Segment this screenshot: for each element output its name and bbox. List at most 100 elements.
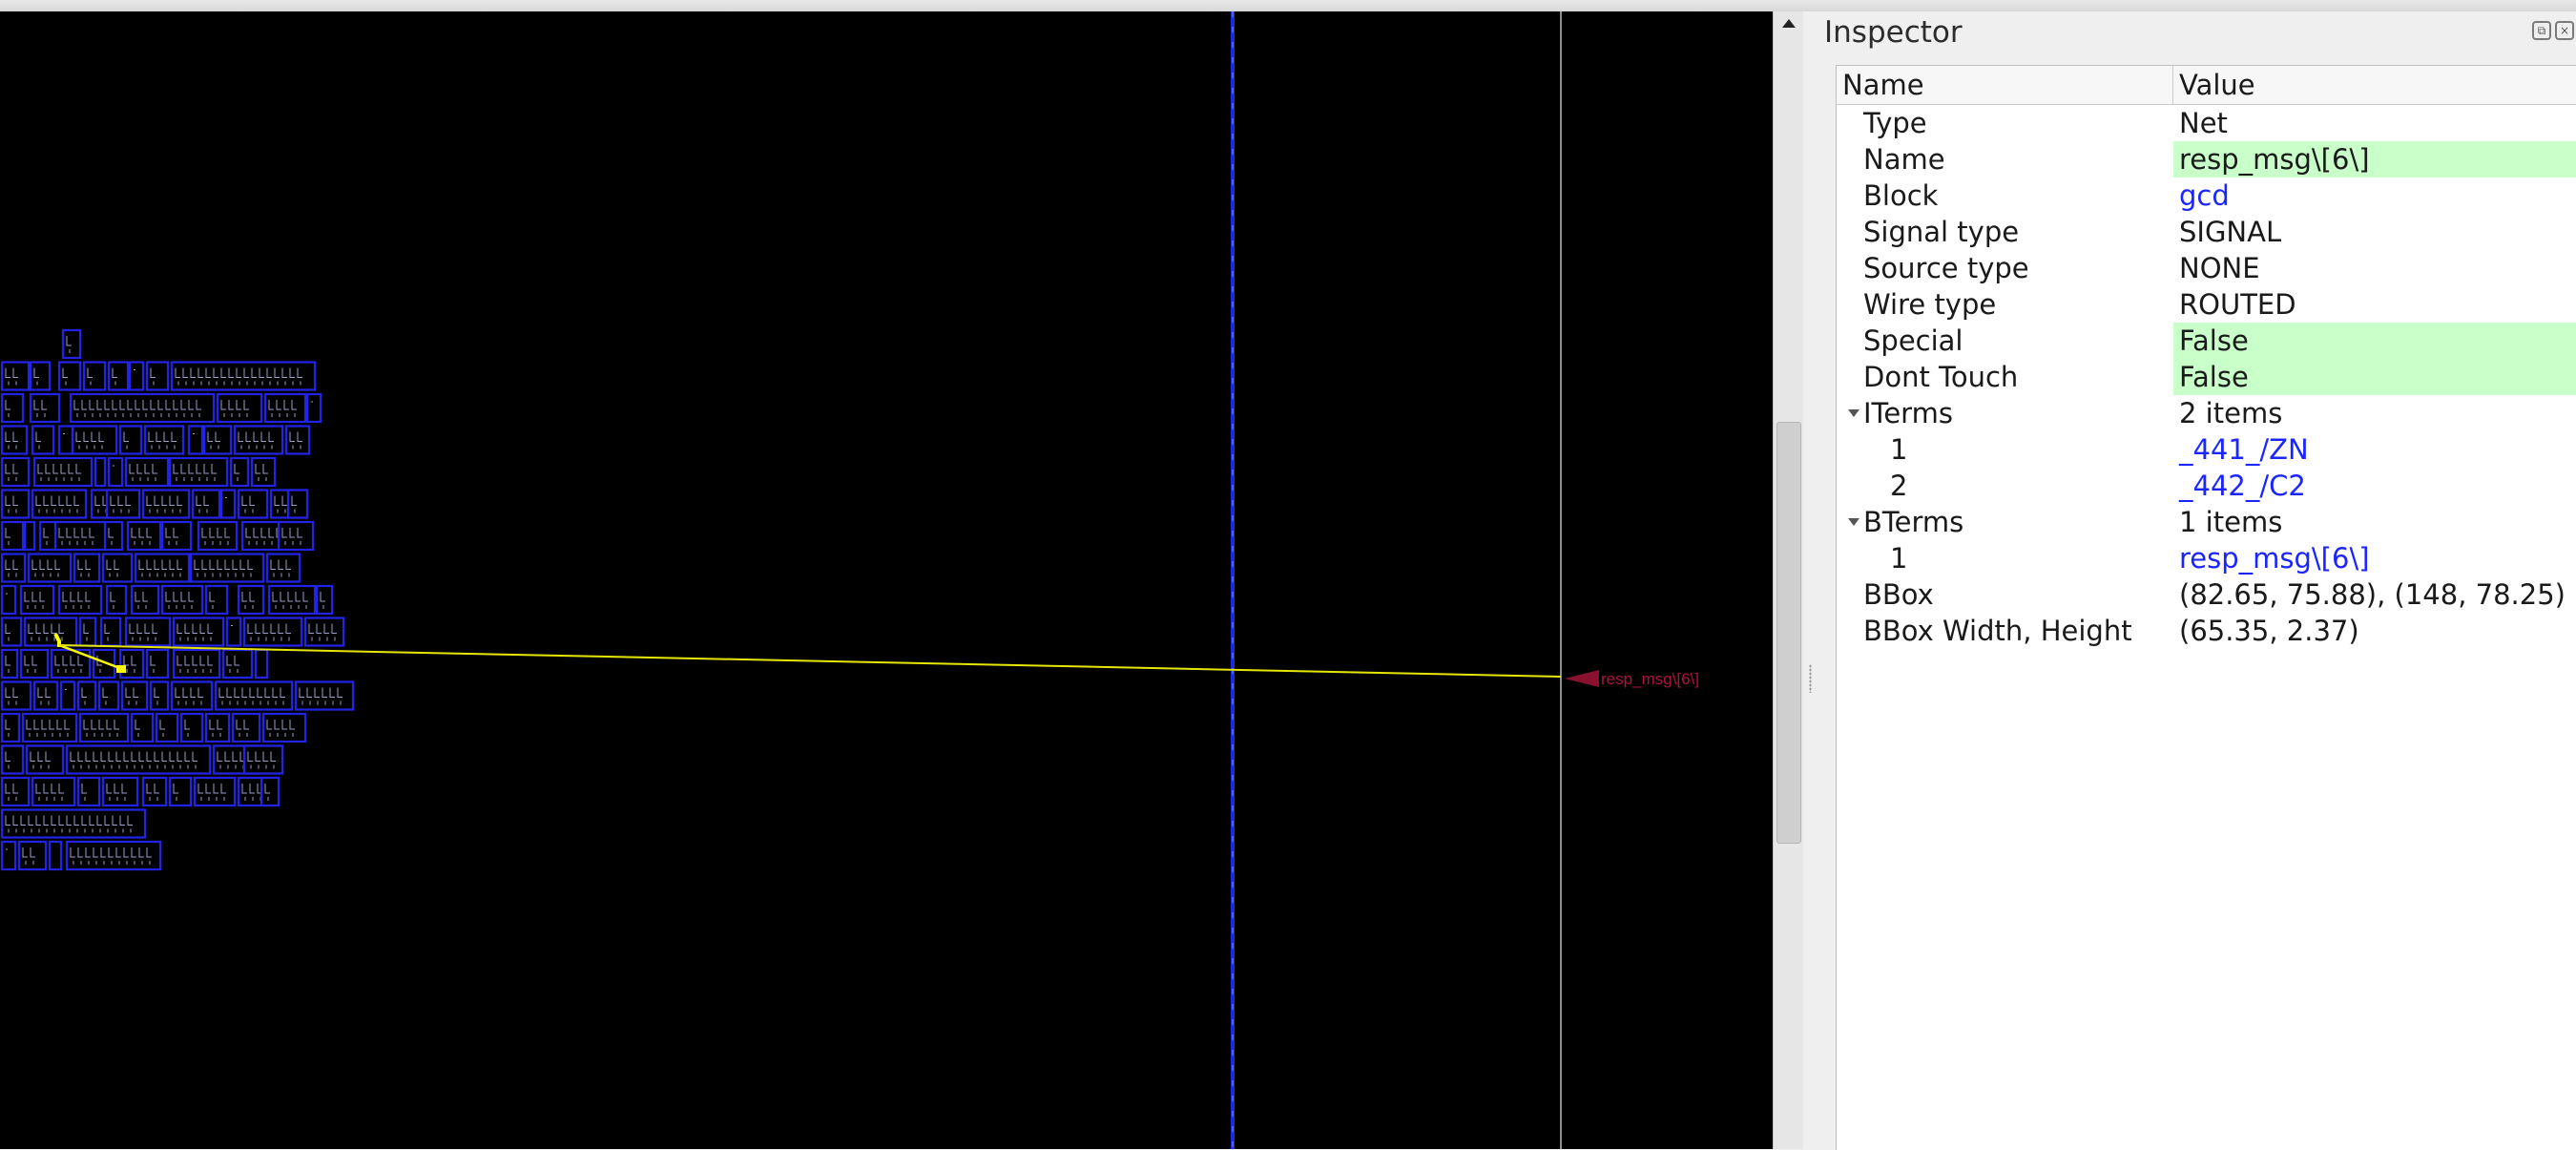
- property-name: 2: [1890, 470, 1908, 502]
- property-row[interactable]: Name resp_msg\[6\]: [1837, 141, 2576, 178]
- property-name-cell: Block: [1837, 178, 2173, 214]
- pin-marker[interactable]: [1565, 670, 1599, 687]
- scrollbar-thumb[interactable]: [1776, 422, 1801, 844]
- standard-cell: [124, 456, 170, 488]
- standard-cell: [23, 617, 78, 647]
- expand-arrow-icon[interactable]: [1848, 409, 1859, 417]
- property-value: (82.65, 75.88), (148, 78.25): [2179, 578, 2566, 611]
- standard-cell: [19, 584, 55, 616]
- property-name: BBox: [1863, 578, 1934, 611]
- property-row[interactable]: ITerms 2 items: [1837, 395, 2576, 431]
- standard-cell: [172, 648, 221, 680]
- standard-cell: [76, 680, 97, 711]
- property-name: Wire type: [1863, 288, 1997, 321]
- property-name: Name: [1863, 143, 1945, 176]
- property-name: ITerms: [1863, 397, 1953, 429]
- standard-cell: [229, 456, 250, 488]
- property-name-cell: 2: [1837, 468, 2173, 504]
- property-row[interactable]: BBox Width, Height (65.35, 2.37): [1837, 613, 2576, 649]
- standard-cell: [61, 328, 82, 360]
- standard-cell: [31, 776, 76, 807]
- standard-cell: [260, 776, 280, 807]
- standard-cell: [0, 808, 147, 839]
- property-name-cell: Source type: [1837, 250, 2173, 286]
- standard-cell: [219, 489, 237, 519]
- property-value: Net: [2179, 107, 2228, 139]
- standard-cell: [78, 712, 130, 743]
- property-value: SIGNAL: [2179, 216, 2282, 248]
- property-value-link[interactable]: resp_msg\[6\]: [2173, 540, 2576, 576]
- column-header-value[interactable]: Value: [2173, 66, 2576, 104]
- property-name-cell: BBox: [1837, 576, 2173, 613]
- standard-cell: [99, 617, 122, 647]
- property-value: ROUTED: [2179, 288, 2296, 321]
- standard-cell: [25, 744, 65, 775]
- property-row[interactable]: Source type NONE: [1837, 250, 2576, 286]
- property-name: Type: [1863, 107, 1927, 139]
- property-row[interactable]: Special False: [1837, 323, 2576, 359]
- standard-cell: [263, 392, 307, 424]
- property-row[interactable]: 2 _442_/C2: [1837, 468, 2576, 504]
- property-value: 2 items: [2179, 397, 2283, 429]
- standard-cell: [277, 520, 315, 552]
- property-name-cell: Signal type: [1837, 214, 2173, 250]
- float-dock-icon[interactable]: ⧉: [2532, 21, 2551, 40]
- standard-cell: [170, 680, 214, 711]
- property-row[interactable]: BBox (82.65, 75.88), (148, 78.25): [1837, 576, 2576, 613]
- net-route-segment-2: [58, 644, 1562, 678]
- standard-cell: [124, 617, 172, 647]
- inspector-tree[interactable]: Name Value Type Net Name resp_msg\[6\] Block…: [1836, 65, 2576, 1150]
- property-row[interactable]: 1 _441_/ZN: [1837, 431, 2576, 468]
- property-name-cell: BTerms: [1837, 504, 2173, 540]
- tree-header: Name Value: [1837, 66, 2576, 105]
- close-dock-icon[interactable]: ×: [2555, 21, 2574, 40]
- property-value-link[interactable]: _441_/ZN: [2173, 431, 2576, 468]
- inspector-title: Inspector: [1824, 15, 1963, 50]
- property-value: NONE: [2179, 252, 2260, 284]
- property-row[interactable]: BTerms 1 items: [1837, 504, 2576, 540]
- standard-cell: [76, 776, 101, 807]
- standard-cell: [315, 584, 334, 616]
- property-row[interactable]: Wire type ROUTED: [1837, 286, 2576, 323]
- property-row[interactable]: Signal type SIGNAL: [1837, 214, 2576, 250]
- standard-cell: [101, 776, 139, 807]
- standard-cell: [0, 584, 17, 616]
- standard-cell: [254, 648, 269, 680]
- standard-cell: [172, 617, 225, 647]
- property-row[interactable]: 1 resp_msg\[6\]: [1837, 540, 2576, 576]
- property-name: Signal type: [1863, 216, 2020, 248]
- column-header-name[interactable]: Name: [1837, 66, 2173, 104]
- layout-vertical-scrollbar[interactable]: [1773, 11, 1803, 1149]
- property-name: Block: [1863, 179, 1939, 212]
- standard-cell: [103, 520, 124, 552]
- dock-splitter[interactable]: [1803, 11, 1818, 1149]
- standard-cell: [23, 520, 36, 552]
- layout-viewer[interactable]: resp_msg\[6\]: [0, 11, 1773, 1149]
- standard-cell: [53, 520, 109, 552]
- property-row[interactable]: Dont Touch False: [1837, 359, 2576, 395]
- layout-canvas[interactable]: resp_msg\[6\]: [0, 11, 1773, 1149]
- property-name: BBox Width, Height: [1863, 615, 2132, 647]
- scroll-up-icon[interactable]: [1782, 19, 1796, 28]
- property-name-cell: Name: [1837, 141, 2173, 178]
- standard-cell: [242, 617, 303, 647]
- standard-cell: [78, 617, 97, 647]
- standard-cell: [130, 712, 155, 743]
- standard-cell: [170, 361, 317, 391]
- standard-cell: [57, 584, 103, 616]
- property-name-cell: Dont Touch: [1837, 359, 2173, 395]
- standard-cell: [118, 425, 143, 455]
- splitter-grip-icon: [1809, 664, 1812, 693]
- standard-cells: [0, 328, 355, 871]
- property-row[interactable]: Block gcd: [1837, 178, 2576, 214]
- standard-cell: [305, 392, 322, 424]
- property-row[interactable]: Type Net: [1837, 105, 2576, 141]
- standard-cell: [0, 520, 25, 552]
- standard-cell: [193, 776, 237, 807]
- standard-cell: [225, 617, 242, 647]
- standard-cell: [65, 744, 212, 775]
- property-value-link[interactable]: gcd: [2173, 178, 2576, 214]
- standard-cell: [128, 361, 145, 391]
- property-value-link[interactable]: _442_/C2: [2173, 468, 2576, 504]
- expand-arrow-icon[interactable]: [1848, 518, 1859, 526]
